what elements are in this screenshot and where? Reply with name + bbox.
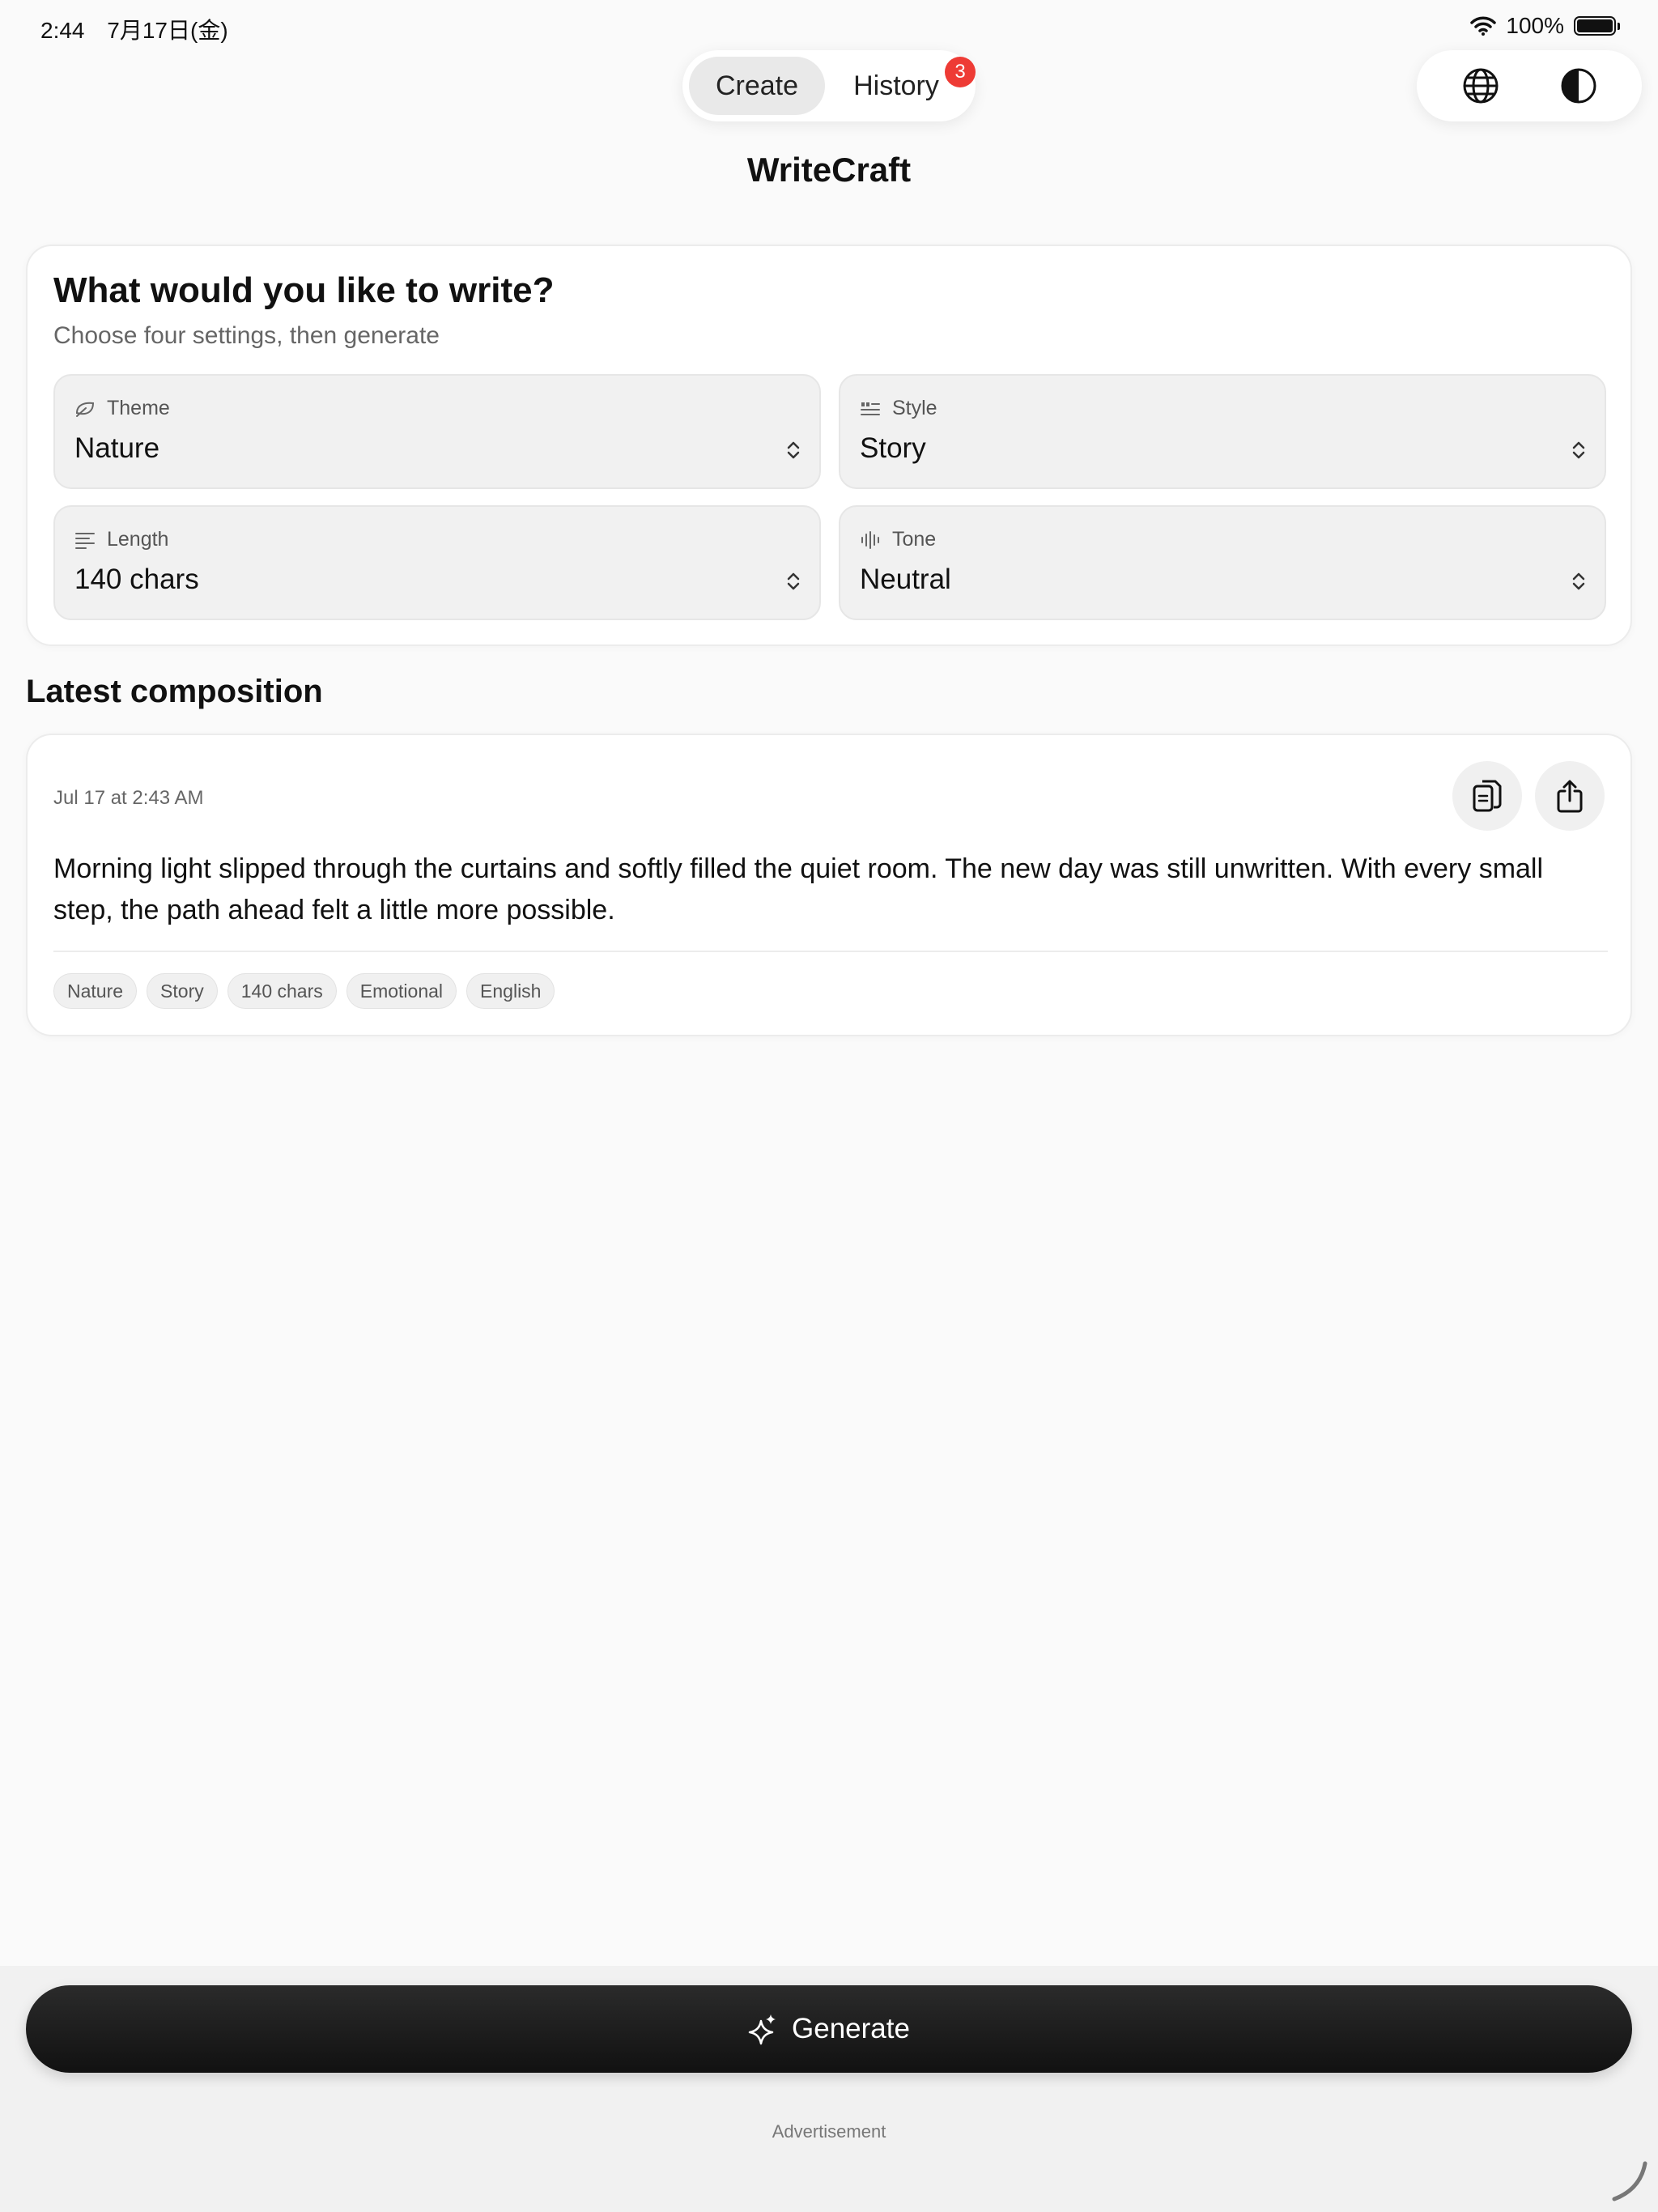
contrast-icon (1561, 68, 1596, 104)
chevron-up-down-icon (1572, 441, 1585, 459)
theme-select[interactable]: Theme Nature (53, 374, 821, 489)
length-select[interactable]: Length 140 chars (53, 505, 821, 620)
status-time: 2:44 (40, 18, 85, 43)
latest-section-title: Latest composition (26, 674, 323, 709)
chevron-up-down-icon (787, 441, 800, 459)
tag-chip: 140 chars (227, 973, 337, 1009)
tag-chip: Emotional (346, 973, 457, 1009)
tab-create-label: Create (715, 70, 799, 101)
sparkles-icon (748, 2014, 776, 2045)
tag-list: Nature Story 140 chars Emotional English (53, 973, 555, 1009)
theme-label: Theme (107, 397, 170, 419)
language-button[interactable] (1452, 57, 1510, 115)
scroll-indicator-icon (1612, 2161, 1647, 2201)
wifi-icon (1470, 16, 1497, 36)
copy-icon (1473, 780, 1502, 812)
composition-text: Morning light slipped through the curtai… (53, 853, 1544, 925)
composition-divider (53, 951, 1608, 952)
leaf-icon (75, 402, 95, 417)
generate-button[interactable]: Generate (26, 1985, 1632, 2073)
battery-percent: 100% (1506, 13, 1564, 38)
tone-label-row: Tone (860, 528, 936, 551)
waveform-icon (861, 530, 879, 549)
style-select[interactable]: Style Story (839, 374, 1606, 489)
tone-label: Tone (892, 528, 937, 551)
status-date: 7月17日(金) (107, 18, 228, 43)
tone-value: Neutral (860, 564, 951, 595)
share-button[interactable] (1535, 761, 1605, 831)
chevron-up-down-icon (1572, 572, 1585, 590)
length-value: 140 chars (74, 564, 199, 595)
theme-label-row: Theme (74, 397, 170, 420)
status-right: 100% (1470, 13, 1620, 39)
tag-chip: Nature (53, 973, 138, 1009)
generate-label: Generate (792, 2013, 910, 2044)
tab-history[interactable]: History 3 (825, 57, 976, 115)
globe-icon (1463, 68, 1498, 104)
quote-lines-icon (861, 402, 880, 415)
chevron-up-down-icon (787, 572, 800, 590)
composition-date: Jul 17 at 2:43 AM (53, 787, 204, 809)
composition-card: Jul 17 at 2:43 AM Morning light slipped … (26, 734, 1632, 1036)
status-left: 2:44 7月17日(金) (40, 13, 244, 45)
tab-history-label: History (853, 70, 939, 101)
style-label: Style (892, 397, 937, 419)
tab-create[interactable]: Create (689, 57, 825, 115)
tab-switcher: Create History 3 (682, 50, 976, 121)
tone-select[interactable]: Tone Neutral (839, 505, 1606, 620)
length-label-row: Length (74, 528, 168, 551)
settings-card: What would you like to write? Choose fou… (26, 245, 1632, 646)
copy-button[interactable] (1452, 761, 1522, 831)
settings-subtitle: Choose four settings, then generate (53, 322, 440, 349)
tag-chip: Story (147, 973, 218, 1009)
header-actions (1417, 50, 1642, 121)
text-lines-icon (75, 532, 95, 549)
app-title: WriteCraft (746, 151, 912, 189)
battery-icon (1574, 16, 1620, 36)
length-label: Length (107, 528, 169, 551)
theme-value: Nature (74, 432, 160, 464)
settings-title: What would you like to write? (53, 270, 555, 310)
advertisement-label: Advertisement (772, 2121, 886, 2142)
share-icon (1557, 780, 1583, 813)
status-bar: 2:44 7月17日(金) 100% (0, 0, 1658, 52)
style-label-row: Style (860, 397, 937, 420)
history-count-badge: 3 (945, 57, 976, 87)
tag-chip: English (466, 973, 555, 1009)
style-value: Story (860, 432, 926, 464)
appearance-button[interactable] (1550, 57, 1608, 115)
